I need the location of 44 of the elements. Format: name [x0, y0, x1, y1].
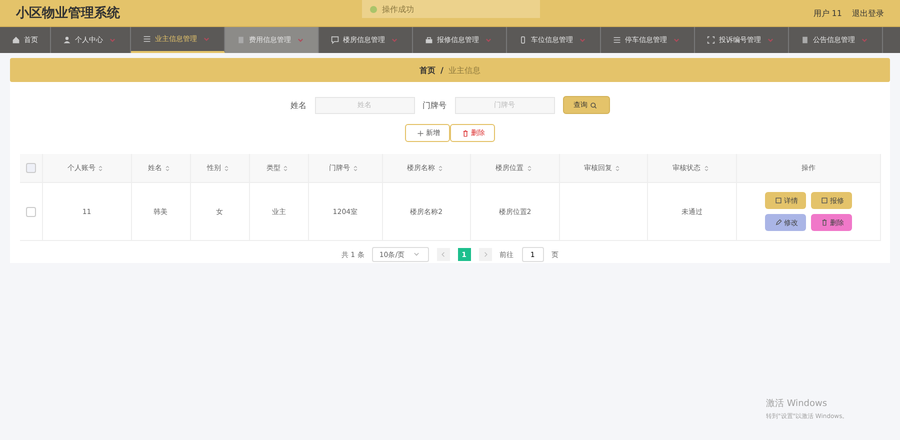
- sort-icon: [436, 164, 444, 172]
- row-checkbox[interactable]: [26, 206, 36, 216]
- sort-icon: [526, 164, 532, 172]
- next-page-button[interactable]: [478, 248, 492, 261]
- sort-icon: [223, 164, 230, 172]
- user-icon: [63, 36, 71, 44]
- sort-icon: [702, 164, 710, 172]
- square-icon: [775, 197, 782, 204]
- success-icon: [370, 6, 377, 12]
- sort-icon: [614, 164, 622, 172]
- sort-icon: [282, 164, 290, 172]
- chat-icon: [331, 36, 339, 44]
- activation-title: 激活 Windows: [766, 398, 828, 410]
- document-icon: [237, 36, 245, 44]
- select-all-checkbox[interactable]: [26, 163, 36, 173]
- frame-icon: [707, 36, 715, 44]
- field-label: 门牌号: [422, 100, 446, 110]
- trash-icon: [821, 219, 828, 226]
- breadcrumb-home[interactable]: 首页: [420, 64, 436, 76]
- pencil-icon: [775, 219, 782, 226]
- lock-icon: [425, 36, 433, 44]
- trash-icon: [462, 130, 469, 137]
- search-icon: [590, 102, 596, 109]
- sort-icon: [352, 164, 360, 172]
- user-name: 用户 11: [813, 8, 842, 18]
- chevron-right-icon: [482, 251, 489, 258]
- chevron-down-icon: [412, 251, 420, 258]
- field-label: 姓名: [290, 100, 306, 110]
- sort-icon: [97, 164, 104, 172]
- square-icon: [821, 197, 828, 204]
- breadcrumb-current: 业主信息: [448, 64, 480, 76]
- app-title: 小区物业管理系统: [16, 4, 120, 22]
- sort-icon: [164, 164, 172, 172]
- breadcrumb-separator: /: [440, 66, 444, 74]
- list-icon: [143, 35, 151, 43]
- plus-icon: [417, 130, 424, 137]
- logout-link[interactable]: 退出登录: [852, 8, 884, 18]
- phone-icon: [519, 36, 527, 44]
- list-icon: [613, 36, 621, 44]
- toast-text: 操作成功: [382, 4, 414, 14]
- chevron-left-icon: [440, 251, 447, 258]
- home-icon: [12, 36, 20, 44]
- prev-page-button[interactable]: [436, 248, 450, 261]
- document-icon: [801, 36, 809, 44]
